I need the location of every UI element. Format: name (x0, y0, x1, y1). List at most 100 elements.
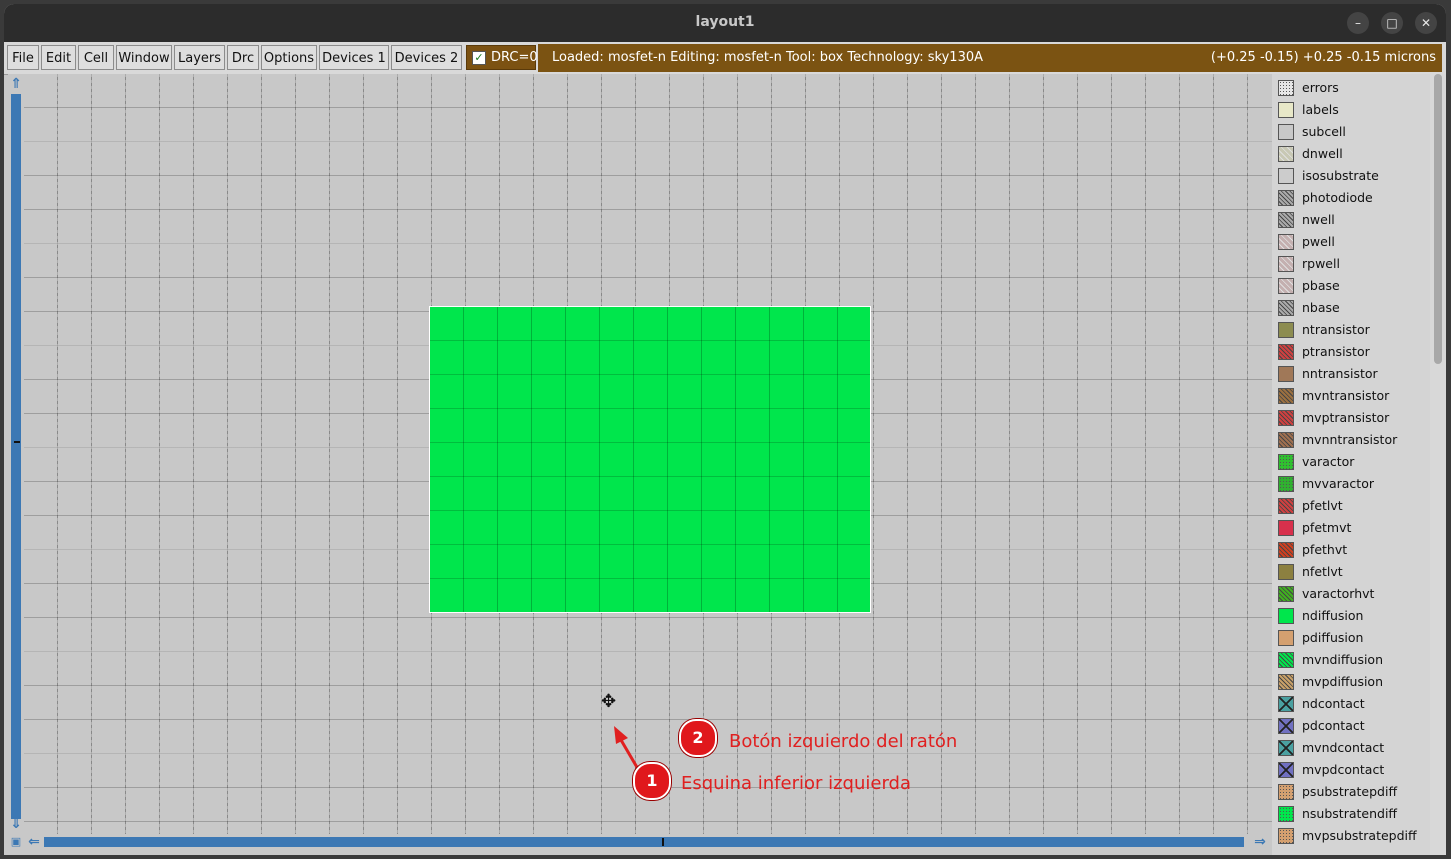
scroll-down-arrow-icon[interactable]: ⇓ (8, 816, 24, 832)
layer-item-pwell[interactable]: pwell (1276, 231, 1430, 253)
layer-item-varactor[interactable]: varactor (1276, 451, 1430, 473)
layer-swatch-icon[interactable] (1278, 410, 1294, 426)
layer-item-photodiode[interactable]: photodiode (1276, 187, 1430, 209)
layer-swatch-icon[interactable] (1278, 190, 1294, 206)
layer-item-pfethvt[interactable]: pfethvt (1276, 539, 1430, 561)
layer-swatch-icon[interactable] (1278, 146, 1294, 162)
layer-swatch-icon[interactable] (1278, 212, 1294, 228)
layer-item-mvndiffusion[interactable]: mvndiffusion (1276, 649, 1430, 671)
layer-item-mvvaractor[interactable]: mvvaractor (1276, 473, 1430, 495)
menu-options[interactable]: Options (261, 45, 317, 70)
layer-item-pbase[interactable]: pbase (1276, 275, 1430, 297)
menu-window[interactable]: Window (116, 45, 172, 70)
horizontal-scrollbar[interactable]: ⇐ ⇒ (24, 834, 1272, 850)
layer-swatch-icon[interactable] (1278, 256, 1294, 272)
layer-item-mvntransistor[interactable]: mvntransistor (1276, 385, 1430, 407)
layer-item-mvpsubstratepdiff[interactable]: mvpsubstratepdiff (1276, 825, 1430, 847)
layer-swatch-icon[interactable] (1278, 696, 1294, 712)
layer-swatch-icon[interactable] (1278, 234, 1294, 250)
layer-palette-scrollbar[interactable] (1430, 74, 1446, 855)
menu-devices-1[interactable]: Devices 1 (319, 45, 389, 70)
layer-item-pdiffusion[interactable]: pdiffusion (1276, 627, 1430, 649)
layer-swatch-icon[interactable] (1278, 806, 1294, 822)
layer-swatch-icon[interactable] (1278, 102, 1294, 118)
layer-item-pdcontact[interactable]: pdcontact (1276, 715, 1430, 737)
check-icon[interactable]: ✓ (472, 51, 486, 65)
layer-swatch-icon[interactable] (1278, 762, 1294, 778)
layer-item-rpwell[interactable]: rpwell (1276, 253, 1430, 275)
menu-edit[interactable]: Edit (41, 45, 76, 70)
close-button[interactable]: ✕ (1415, 12, 1437, 34)
layer-swatch-icon[interactable] (1278, 168, 1294, 184)
layer-swatch-icon[interactable] (1278, 476, 1294, 492)
layer-item-ptransistor[interactable]: ptransistor (1276, 341, 1430, 363)
layer-item-errors[interactable]: errors (1276, 77, 1430, 99)
scroll-thumb[interactable] (1434, 74, 1442, 364)
layer-swatch-icon[interactable] (1278, 80, 1294, 96)
layer-item-nwell[interactable]: nwell (1276, 209, 1430, 231)
layer-item-labels[interactable]: labels (1276, 99, 1430, 121)
layout-canvas[interactable]: ✥ 2 Botón izquierdo del ratón 1 Esquina … (24, 74, 1272, 834)
scroll-left-arrow-icon[interactable]: ⇐ (26, 834, 42, 850)
layer-swatch-icon[interactable] (1278, 784, 1294, 800)
menu-devices-2[interactable]: Devices 2 (391, 45, 462, 70)
zoom-box-icon[interactable]: ▣ (8, 834, 24, 850)
layer-item-mvndcontact[interactable]: mvndcontact (1276, 737, 1430, 759)
layer-item-subcell[interactable]: subcell (1276, 121, 1430, 143)
layer-item-psubstratepdiff[interactable]: psubstratepdiff (1276, 781, 1430, 803)
layer-item-pfetmvt[interactable]: pfetmvt (1276, 517, 1430, 539)
layer-swatch-icon[interactable] (1278, 322, 1294, 338)
layer-swatch-icon[interactable] (1278, 498, 1294, 514)
layer-item-ndiffusion[interactable]: ndiffusion (1276, 605, 1430, 627)
layer-item-nntransistor[interactable]: nntransistor (1276, 363, 1430, 385)
layer-swatch-icon[interactable] (1278, 344, 1294, 360)
layer-item-pfetlvt[interactable]: pfetlvt (1276, 495, 1430, 517)
layer-swatch-icon[interactable] (1278, 718, 1294, 734)
layer-swatch-icon[interactable] (1278, 608, 1294, 624)
layer-item-mvpdcontact[interactable]: mvpdcontact (1276, 759, 1430, 781)
layer-swatch-icon[interactable] (1278, 520, 1294, 536)
layer-item-ndcontact[interactable]: ndcontact (1276, 693, 1430, 715)
layer-swatch-icon[interactable] (1278, 652, 1294, 668)
layer-swatch-icon[interactable] (1278, 124, 1294, 140)
layer-swatch-icon[interactable] (1278, 542, 1294, 558)
layer-swatch-icon[interactable] (1278, 278, 1294, 294)
layer-swatch-icon[interactable] (1278, 828, 1294, 844)
layer-item-varactorhvt[interactable]: varactorhvt (1276, 583, 1430, 605)
menu-drc[interactable]: Drc (227, 45, 259, 70)
layer-swatch-icon[interactable] (1278, 564, 1294, 580)
layer-item-ntransistor[interactable]: ntransistor (1276, 319, 1430, 341)
minimize-button[interactable]: – (1347, 12, 1369, 34)
layer-swatch-icon[interactable] (1278, 366, 1294, 382)
vertical-scroll-track[interactable] (11, 94, 21, 819)
layer-swatch-icon[interactable] (1278, 388, 1294, 404)
title-bar[interactable]: layout1 – □ ✕ (4, 4, 1446, 42)
horizontal-scroll-track[interactable] (44, 837, 1244, 847)
layer-swatch-icon[interactable] (1278, 586, 1294, 602)
layer-swatch-icon[interactable] (1278, 740, 1294, 756)
maximize-button[interactable]: □ (1381, 12, 1403, 34)
menu-layers[interactable]: Layers (174, 45, 225, 70)
drc-toggle[interactable]: ✓ DRC=0 (466, 45, 538, 70)
layer-item-mvpdiffusion[interactable]: mvpdiffusion (1276, 671, 1430, 693)
layer-item-mvptransistor[interactable]: mvptransistor (1276, 407, 1430, 429)
menu-cell[interactable]: Cell (78, 45, 114, 70)
layer-item-nfetlvt[interactable]: nfetlvt (1276, 561, 1430, 583)
layer-item-nbase[interactable]: nbase (1276, 297, 1430, 319)
layer-label: mvpsubstratepdiff (1302, 828, 1417, 843)
layer-item-mvnntransistor[interactable]: mvnntransistor (1276, 429, 1430, 451)
layer-label: nsubstratendiff (1302, 806, 1398, 821)
layer-label: mvndiffusion (1302, 652, 1383, 667)
layer-swatch-icon[interactable] (1278, 674, 1294, 690)
menu-file[interactable]: File (7, 45, 39, 70)
layer-swatch-icon[interactable] (1278, 300, 1294, 316)
layer-item-nsubstratendiff[interactable]: nsubstratendiff (1276, 803, 1430, 825)
layer-item-isosubstrate[interactable]: isosubstrate (1276, 165, 1430, 187)
layer-item-dnwell[interactable]: dnwell (1276, 143, 1430, 165)
layer-swatch-icon[interactable] (1278, 432, 1294, 448)
vertical-scrollbar[interactable]: ⇑ ⇓ ▣ (8, 74, 24, 849)
scroll-right-arrow-icon[interactable]: ⇒ (1252, 834, 1268, 850)
scroll-up-arrow-icon[interactable]: ⇑ (8, 76, 24, 92)
layer-swatch-icon[interactable] (1278, 454, 1294, 470)
layer-swatch-icon[interactable] (1278, 630, 1294, 646)
